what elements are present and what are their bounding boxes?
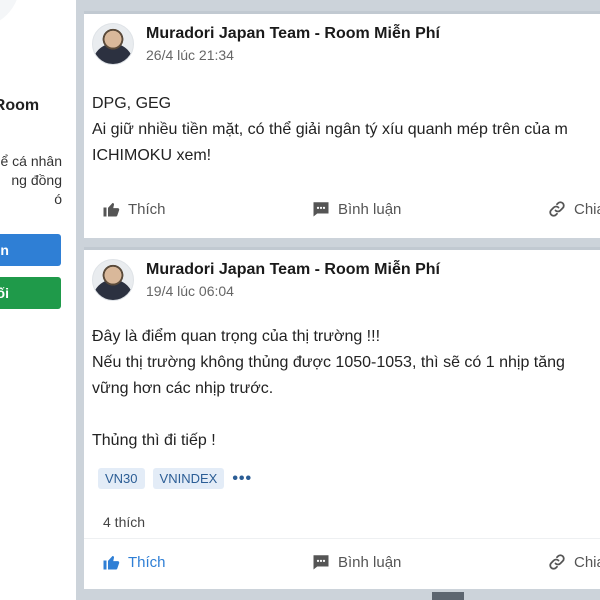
divider — [84, 538, 600, 539]
like-button[interactable]: Thích — [102, 200, 166, 218]
post-card: Muradori Japan Team - Room Miễn Phí 26/4… — [84, 11, 600, 238]
profile-description-line: ó — [54, 191, 62, 207]
link-icon — [549, 201, 565, 217]
share-button[interactable]: Chia — [548, 553, 600, 571]
thumbs-up-icon — [103, 203, 120, 217]
like-button[interactable]: Thích — [102, 553, 166, 571]
author-avatar[interactable] — [92, 259, 134, 301]
post-text-line: DPG, GEG — [92, 95, 172, 112]
secondary-action-label: ối — [0, 285, 9, 301]
post-timestamp[interactable]: 26/4 lúc 21:34 — [146, 47, 234, 63]
share-label: Chia — [574, 200, 600, 218]
post-content: DPG, GEG Ai giữ nhiều tiền mặt, có thể g… — [92, 91, 568, 169]
post-card: Muradori Japan Team - Room Miễn Phí 19/4… — [84, 247, 600, 589]
post-feed: Muradori Japan Team - Room Miễn Phí 26/4… — [84, 0, 600, 600]
tag-vn30[interactable]: VN30 — [98, 468, 145, 489]
author-avatar[interactable] — [92, 23, 134, 65]
profile-description-line: ng đồng — [11, 172, 62, 188]
comment-button[interactable]: Bình luận — [312, 200, 401, 218]
post-timestamp[interactable]: 19/4 lúc 06:04 — [146, 283, 234, 299]
comment-label: Bình luận — [338, 553, 402, 571]
comment-icon — [313, 555, 329, 570]
profile-sidebar: - Room ể cá nhân ng đồng ó in ối — [0, 0, 76, 600]
tag-vnindex[interactable]: VNINDEX — [152, 468, 225, 489]
comment-label: Bình luận — [338, 200, 402, 218]
comment-button[interactable]: Bình luận — [312, 553, 401, 571]
like-count[interactable]: 4 thích — [103, 514, 145, 530]
more-options-icon[interactable]: ••• — [232, 470, 252, 488]
scroll-to-top-button[interactable] — [432, 592, 464, 600]
profile-description: ể cá nhân ng đồng ó — [0, 152, 63, 209]
author-name[interactable]: Muradori Japan Team - Room Miễn Phí — [146, 261, 440, 279]
link-icon — [549, 554, 565, 570]
author-name[interactable]: Muradori Japan Team - Room Miễn Phí — [146, 25, 440, 43]
profile-name: - Room — [0, 97, 40, 114]
thumbs-up-icon — [103, 556, 120, 570]
post-text-line: Ai giữ nhiều tiền mặt, có thể giải ngân … — [92, 121, 568, 138]
profile-description-line: ể cá nhân — [0, 153, 63, 169]
post-text-line: Thủng thì đi tiếp ! — [92, 432, 216, 449]
comment-icon — [313, 202, 329, 217]
profile-avatar — [0, 0, 20, 28]
post-text-line: Đây là điểm quan trọng của thị trường !!… — [92, 328, 381, 345]
share-label: Chia — [574, 553, 600, 571]
post-text-line: Nếu thị trường không thủng được 1050-105… — [92, 354, 565, 371]
primary-action-label: in — [0, 242, 9, 258]
post-content: Đây là điểm quan trọng của thị trường !!… — [92, 324, 565, 454]
secondary-action-button[interactable]: ối — [0, 277, 61, 309]
post-text-line: ICHIMOKU xem! — [92, 147, 212, 164]
primary-action-button[interactable]: in — [0, 234, 61, 266]
post-actions: Thích Bình luận Chia — [84, 553, 600, 583]
post-text-line: vững hơn các nhịp trước. — [92, 380, 274, 397]
share-button[interactable]: Chia — [548, 200, 600, 218]
like-label: Thích — [128, 553, 166, 571]
tag-list: VN30 VNINDEX ••• — [98, 468, 252, 489]
like-label: Thích — [128, 200, 166, 218]
post-actions: Thích Bình luận Chia — [84, 200, 600, 230]
